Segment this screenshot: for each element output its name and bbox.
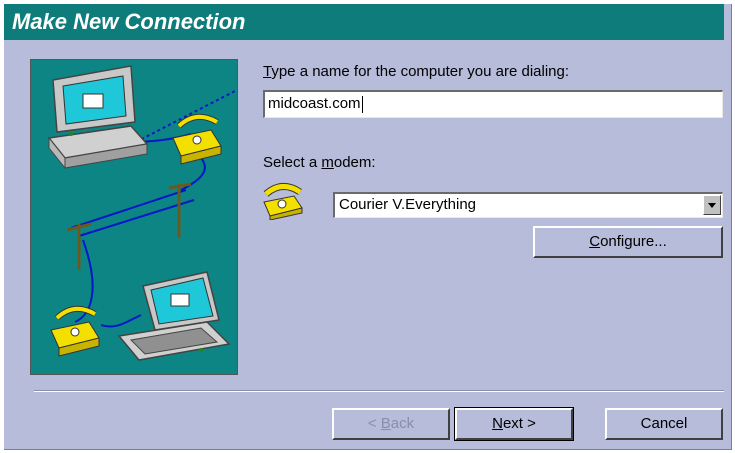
dialog-title: Make New Connection — [4, 4, 724, 40]
computer-name-label: Type a name for the computer you are dia… — [263, 63, 569, 80]
modem-label-rest: odem: — [333, 154, 376, 171]
modem-label-prefix: Select a — [263, 154, 322, 171]
modem-phone-icon — [260, 180, 304, 221]
back-prefix: < — [367, 415, 381, 432]
connection-illustration — [30, 59, 238, 375]
configure-label: onfigure... — [600, 233, 667, 250]
dropdown-arrow-icon[interactable] — [703, 195, 721, 215]
telephone-icon-bottom — [50, 305, 100, 357]
make-new-connection-dialog: Make New Connection Type a name for the … — [4, 4, 732, 450]
computer-icon — [47, 65, 149, 170]
next-button[interactable]: Next > — [454, 407, 574, 441]
next-accel: N — [492, 415, 503, 432]
modem-selected-value: Courier V.Everything — [339, 196, 477, 213]
modem-select[interactable]: Courier V.Everything — [333, 192, 723, 218]
text-caret — [361, 95, 363, 113]
divider — [34, 390, 724, 392]
computer-name-value: midcoast.com — [268, 95, 361, 112]
computer-name-input[interactable]: midcoast.com — [263, 90, 723, 118]
modem-label: Select a modem: — [263, 154, 376, 171]
back-label: ack — [390, 415, 415, 432]
connection-illustration-svg — [47, 65, 237, 361]
back-accel: B — [380, 415, 391, 432]
configure-button[interactable]: Configure... — [533, 226, 723, 258]
telephone-icon — [172, 113, 222, 165]
utility-pole-icon — [66, 182, 192, 270]
computer-name-label-text: ype a name for the computer you are dial… — [271, 63, 570, 80]
back-button[interactable]: < Back — [332, 408, 450, 440]
modem-label-accel: m — [321, 154, 334, 171]
next-label: ext > — [502, 415, 536, 432]
laptop-icon — [117, 271, 231, 361]
cancel-button[interactable]: Cancel — [605, 408, 723, 440]
cancel-label: Cancel — [640, 415, 688, 432]
configure-accel: C — [589, 233, 601, 250]
